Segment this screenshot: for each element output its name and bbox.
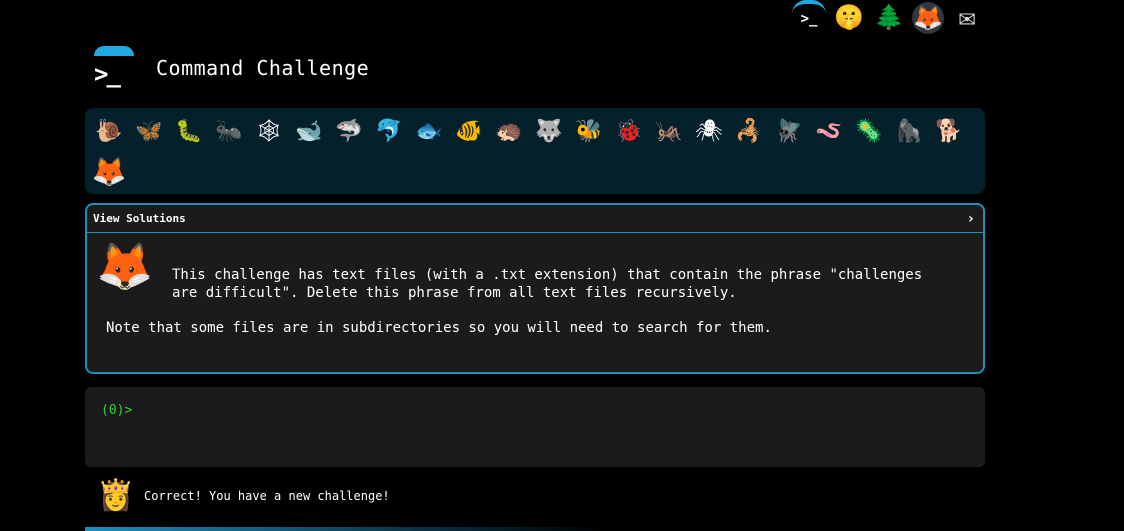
challenge-shark-icon[interactable]: 🦈 (329, 112, 369, 152)
terminal-input[interactable] (145, 403, 846, 418)
challenge-microbe-icon[interactable]: 🦠 (849, 112, 889, 152)
top-icon-bar: >_ 🤫 🌲 🦊 ✉ (792, 0, 984, 34)
page-title: Command Challenge (156, 56, 370, 80)
challenge-description: This challenge has text files (with a .t… (172, 267, 923, 301)
challenge-hedgehog-icon[interactable]: 🦔 (489, 112, 529, 152)
challenge-fox-icon[interactable]: 🦊 (89, 152, 129, 192)
view-solutions-label: View Solutions (93, 212, 186, 225)
challenge-spider-web-icon[interactable]: 🕸 (249, 112, 289, 152)
challenge-cricket-icon[interactable]: 🦗 (649, 112, 689, 152)
challenge-wolf-icon[interactable]: 🐺 (529, 112, 569, 152)
fox-mascot-icon: 🦊 (96, 239, 154, 293)
challenge-snail-icon[interactable]: 🐌 (89, 112, 129, 152)
logo-cap (94, 46, 134, 56)
tree-icon[interactable]: 🌲 (872, 0, 906, 34)
command-challenge-page: >_ 🤫 🌲 🦊 ✉ >_ Command Challenge 🐌 🦋 🐛 🐜 🕸 🐋 🦈 🐬 🐟 🐠 🦔 🐺… (0, 0, 1124, 531)
challenge-gorilla-icon[interactable]: 🦍 (889, 112, 929, 152)
shushing-face-icon[interactable]: 🤫 (832, 0, 866, 34)
challenge-panel: View Solutions › 🦊 This challenge has te… (85, 203, 985, 374)
terminal-prompt-icon: >_ (94, 60, 121, 88)
challenge-scorpion-icon[interactable]: 🦂 (729, 112, 769, 152)
gitlab-icon[interactable]: 🦊 (912, 2, 944, 34)
challenge-strip: 🐌 🦋 🐛 🐜 🕸 🐋 🦈 🐬 🐟 🐠 🦔 🐺 🐝 🐞 🦗 🕷 🦂 🪰 🪱 🦠 🦍 🐕 🦊 (85, 108, 985, 194)
challenge-ant-icon[interactable]: 🐜 (209, 112, 249, 152)
status-message: 👸 Correct! You have a new challenge! (97, 476, 390, 516)
chevron-right-icon: › (966, 210, 975, 227)
challenge-tropical-fish-icon[interactable]: 🐠 (449, 112, 489, 152)
terminal-prompt: (0)> (101, 403, 133, 418)
challenge-worm-icon[interactable]: 🪱 (809, 112, 849, 152)
challenge-whale-icon[interactable]: 🐋 (289, 112, 329, 152)
challenge-spider-icon[interactable]: 🕷 (689, 112, 729, 152)
page-header: >_ Command Challenge (92, 46, 369, 90)
terminal-icon[interactable]: >_ (792, 0, 826, 34)
challenge-caterpillar-icon[interactable]: 🐛 (169, 112, 209, 152)
challenge-dolphin-icon[interactable]: 🐬 (369, 112, 409, 152)
challenge-dog-icon[interactable]: 🐕 (929, 112, 969, 152)
terminal[interactable]: (0)> (85, 387, 985, 467)
progress-accent-bar (85, 527, 605, 531)
status-text: Correct! You have a new challenge! (144, 489, 390, 503)
princess-icon: 👸 (97, 478, 135, 513)
challenge-bee-icon[interactable]: 🐝 (569, 112, 609, 152)
challenge-lady-beetle-icon[interactable]: 🐞 (609, 112, 649, 152)
logo[interactable]: >_ (92, 46, 136, 90)
challenge-note: Note that some files are in subdirectori… (106, 320, 772, 336)
challenge-butterfly-icon[interactable]: 🦋 (129, 112, 169, 152)
mail-icon[interactable]: ✉ (950, 0, 984, 34)
view-solutions-toggle[interactable]: View Solutions › (87, 205, 983, 233)
challenge-fish-icon[interactable]: 🐟 (409, 112, 449, 152)
challenge-fly-icon[interactable]: 🪰 (769, 112, 809, 152)
